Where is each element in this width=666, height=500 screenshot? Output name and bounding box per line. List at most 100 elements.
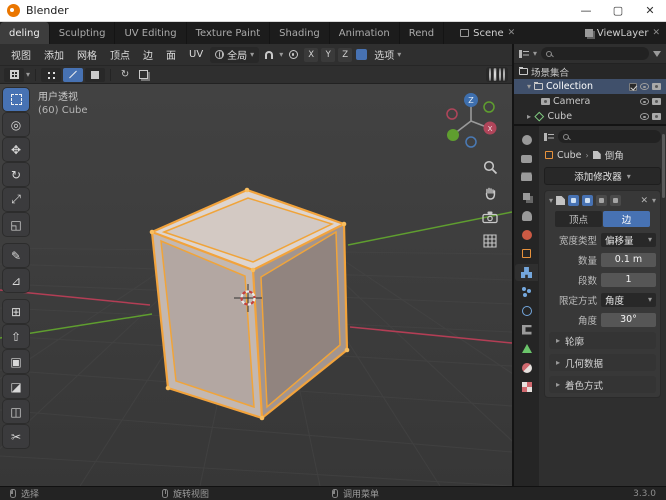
tool-move[interactable]: ✥ [3, 138, 29, 161]
menu-vertex[interactable]: 顶点 [104, 47, 136, 62]
properties-search-input[interactable] [558, 130, 661, 143]
tool-loop-cut[interactable]: ◫ [3, 400, 29, 423]
tool-select-box[interactable] [3, 88, 29, 111]
workspace-tab-sculpting[interactable]: Sculpting [50, 22, 116, 44]
amount-field[interactable]: 0.1 m [601, 252, 656, 267]
tool-transform[interactable]: ◱ [3, 213, 29, 236]
edit-mode-display-toggle[interactable] [568, 195, 580, 206]
gizmo-z-neg-axis[interactable] [465, 136, 477, 148]
scene-unlink-icon[interactable]: ✕ [508, 28, 516, 38]
tool-add-cube[interactable]: ⊞ [3, 300, 29, 323]
snap-magnet-button[interactable] [260, 48, 278, 62]
overlays-button[interactable] [136, 68, 154, 82]
cage-display-toggle[interactable] [610, 195, 622, 206]
tab-output[interactable] [515, 169, 538, 186]
gizmo-y-axis[interactable] [447, 129, 459, 141]
scene-selector[interactable]: Scene ✕ [454, 22, 521, 44]
tab-render[interactable] [515, 150, 538, 167]
view-rotate-button[interactable]: ↻ [116, 68, 134, 82]
gizmo-x-neg-axis[interactable] [446, 108, 458, 120]
transform-orientation-dropdown[interactable]: 全局 ▾ [210, 46, 260, 63]
tool-measure[interactable]: ⊿ [3, 269, 29, 292]
select-mode-face-button[interactable] [85, 67, 106, 82]
tab-physics[interactable] [515, 302, 538, 319]
outliner-row-camera[interactable]: Camera [514, 94, 666, 109]
tab-object-data[interactable] [515, 340, 538, 357]
snap-dropdown-icon[interactable]: ▾ [279, 50, 283, 59]
mirror-z-button[interactable]: Z [338, 47, 353, 62]
add-modifier-button[interactable]: 添加修改器 ▾ [544, 167, 661, 185]
tab-material[interactable] [515, 359, 538, 376]
breadcrumb-object[interactable]: Cube [557, 150, 582, 161]
realtime-display-toggle[interactable] [582, 195, 594, 206]
pan-hand-icon[interactable] [483, 185, 498, 200]
gizmo-toggle-icon[interactable] [356, 49, 368, 60]
tab-object[interactable] [515, 245, 538, 262]
tool-annotate[interactable]: ✎ [3, 244, 29, 267]
angle-field[interactable]: 30° [601, 312, 656, 327]
shading-material-button[interactable] [499, 68, 501, 81]
section-profile[interactable]: ▸ 轮廓 [549, 332, 656, 349]
menu-face[interactable]: 面 [160, 47, 182, 62]
render-visibility-icon[interactable] [652, 83, 661, 90]
close-button[interactable]: ✕ [634, 0, 666, 21]
menu-edge[interactable]: 边 [137, 47, 159, 62]
viewport-scene[interactable] [0, 84, 512, 486]
workspace-tab-modeling[interactable]: deling [0, 22, 50, 44]
zoom-icon[interactable] [483, 160, 498, 175]
tool-extrude[interactable]: ⇧ [3, 325, 29, 348]
mirror-y-button[interactable]: Y [321, 47, 336, 62]
chevron-right-icon[interactable]: ▸ [527, 112, 531, 121]
editor-type-button[interactable] [4, 67, 24, 82]
breadcrumb-modifier[interactable]: 倒角 [605, 148, 624, 162]
toggle-grid-icon[interactable] [483, 234, 497, 248]
tool-knife[interactable]: ✂ [3, 425, 29, 448]
menu-mesh[interactable]: 网格 [71, 47, 103, 62]
tool-scale[interactable]: ⤢ [3, 188, 29, 211]
hide-eye-icon[interactable] [640, 113, 649, 120]
shading-wireframe-button[interactable] [489, 68, 491, 81]
limit-method-dropdown[interactable]: 角度 ▾ [601, 292, 656, 307]
hide-eye-icon[interactable] [640, 98, 649, 105]
tab-world[interactable] [515, 226, 538, 243]
shading-solid-button[interactable] [493, 68, 497, 81]
filter-icon[interactable] [653, 50, 661, 57]
3d-viewport[interactable]: 用户透视 (60) Cube ◎ ✥ ↻ ⤢ ◱ ✎ ⊿ ⊞ ⇧ ▣ ◪ ◫ ✂… [0, 84, 512, 486]
outliner-row-cube[interactable]: ▸ Cube [514, 109, 666, 124]
outliner-row-collection[interactable]: ▾ Collection [514, 79, 666, 94]
tab-tool[interactable] [515, 131, 538, 148]
workspace-tab-animation[interactable]: Animation [330, 22, 400, 44]
menu-add[interactable]: 添加 [38, 47, 70, 62]
hide-eye-icon[interactable] [640, 83, 649, 90]
minimize-button[interactable]: — [570, 0, 602, 21]
section-shading[interactable]: ▸ 着色方式 [549, 376, 656, 393]
options-dropdown[interactable]: 选项 ▾ [374, 47, 401, 62]
section-geometry[interactable]: ▸ 几何数据 [549, 354, 656, 371]
tab-modifiers[interactable] [515, 264, 538, 281]
proportional-editing-button[interactable] [284, 48, 302, 62]
viewlayer-selector[interactable]: ViewLayer ✕ [579, 22, 666, 44]
tool-bevel[interactable]: ◪ [3, 375, 29, 398]
chevron-down-icon[interactable]: ▾ [527, 82, 531, 91]
menu-uv[interactable]: UV [183, 49, 209, 60]
tab-scene[interactable] [515, 207, 538, 224]
navigation-gizmo[interactable]: Z X [442, 90, 500, 148]
gizmo-y-neg-axis[interactable] [483, 101, 495, 113]
outliner-row-scene-collection[interactable]: 场景集合 [514, 64, 666, 79]
render-display-toggle[interactable] [596, 195, 608, 206]
tool-rotate[interactable]: ↻ [3, 163, 29, 186]
segments-field[interactable]: 1 [601, 272, 656, 287]
collection-checkbox-icon[interactable] [629, 82, 637, 91]
width-type-dropdown[interactable]: 偏移量 ▾ [601, 232, 656, 247]
tab-view-layer[interactable] [515, 188, 538, 205]
workspace-tab-uv-editing[interactable]: UV Editing [115, 22, 187, 44]
viewlayer-remove-icon[interactable]: ✕ [652, 28, 660, 38]
menu-view[interactable]: 视图 [5, 47, 37, 62]
workspace-tab-texture-paint[interactable]: Texture Paint [187, 22, 271, 44]
affect-edges-button[interactable]: 边 [603, 211, 650, 227]
properties-editor-icon[interactable] [544, 132, 554, 141]
workspace-tab-rendering[interactable]: Rend [400, 22, 445, 44]
tab-constraints[interactable] [515, 321, 538, 338]
tab-texture[interactable] [515, 378, 538, 395]
remove-modifier-icon[interactable]: ✕ [639, 196, 649, 206]
